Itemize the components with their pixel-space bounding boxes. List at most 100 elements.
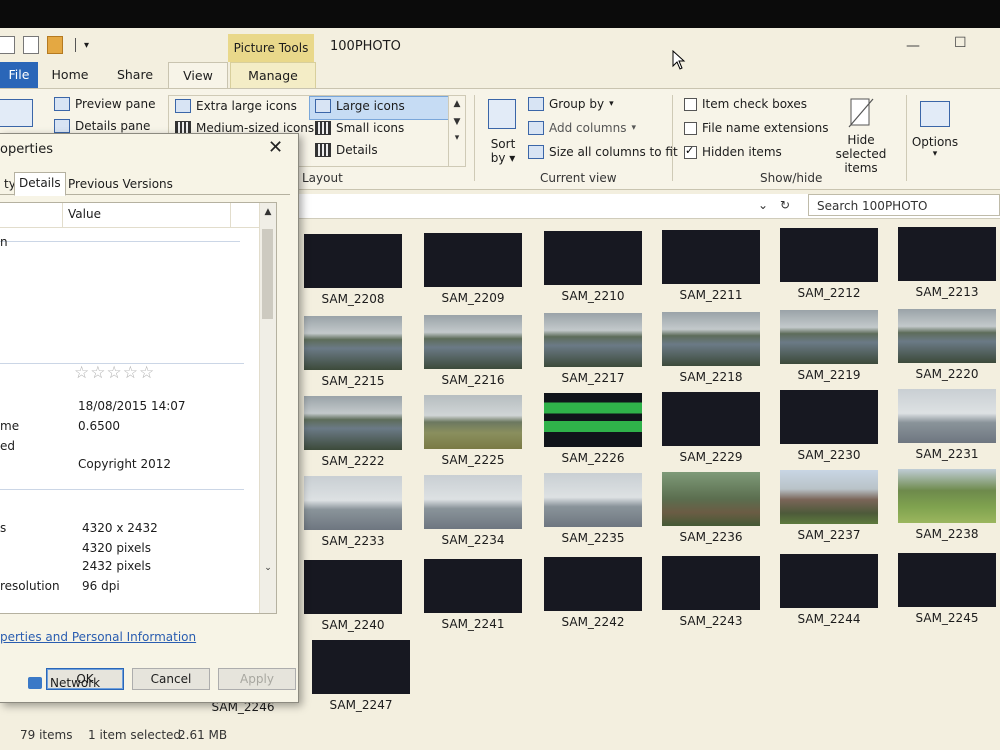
file-name[interactable]: SAM_2245 — [887, 611, 1000, 625]
details-list: Value n ☆☆☆☆☆ 18/08/2015 14:07 me 0.6500… — [0, 202, 277, 614]
rating-stars[interactable]: ☆☆☆☆☆ — [74, 363, 155, 383]
network-icon — [28, 677, 42, 689]
property-label: resolution — [0, 579, 60, 593]
scroll-thumb[interactable] — [262, 229, 273, 319]
selection-size: 2.61 MB — [178, 728, 228, 742]
resolution-value: 96 dpi — [82, 579, 120, 593]
section-divider — [0, 363, 244, 364]
network-label: Network — [50, 676, 101, 690]
file-name[interactable]: SAM_2220 — [887, 367, 1000, 381]
file-thumbnail[interactable] — [898, 226, 996, 281]
file-name[interactable]: SAM_2229 — [651, 450, 771, 464]
selection-count: 1 item selected — [88, 728, 182, 742]
file-name[interactable]: SAM_2243 — [651, 614, 771, 628]
scroll-up-icon[interactable]: ▲ — [260, 207, 276, 217]
file-name[interactable]: SAM_2237 — [769, 528, 889, 542]
close-icon[interactable]: ✕ — [268, 137, 283, 158]
file-thumbnail[interactable] — [780, 310, 878, 364]
file-name[interactable]: SAM_2240 — [293, 618, 413, 632]
scroll-down-icon[interactable]: ⌄ — [260, 563, 276, 573]
program-value: 0.6500 — [78, 419, 120, 433]
file-thumbnail[interactable] — [544, 473, 642, 527]
file-name[interactable]: SAM_2211 — [651, 288, 771, 302]
date-taken-value: 18/08/2015 14:07 — [78, 399, 186, 413]
height-value: 2432 pixels — [82, 559, 152, 573]
file-name[interactable]: SAM_2231 — [887, 447, 1000, 461]
file-name[interactable]: SAM_2236 — [651, 530, 771, 544]
file-name[interactable]: SAM_2235 — [533, 531, 653, 545]
file-thumbnail[interactable] — [544, 313, 642, 367]
section-divider — [0, 489, 244, 490]
properties-dialog: operties ✕ ty Details Previous Versions … — [0, 133, 299, 703]
file-name[interactable]: SAM_2247 — [301, 698, 421, 712]
file-thumbnail[interactable] — [662, 555, 760, 610]
apply-button[interactable]: Apply — [218, 668, 296, 690]
file-name[interactable]: SAM_2208 — [293, 292, 413, 306]
value-column-header[interactable]: Value — [68, 207, 101, 221]
tab-details[interactable]: Details — [14, 172, 66, 196]
dimensions-value: 4320 x 2432 — [82, 521, 158, 535]
file-name[interactable]: SAM_2213 — [887, 285, 1000, 299]
section-divider — [0, 241, 240, 242]
file-name[interactable]: SAM_2225 — [413, 453, 533, 467]
file-thumbnail[interactable] — [304, 560, 402, 614]
details-scrollbar[interactable]: ▲ ⌄ — [259, 203, 276, 613]
file-name[interactable]: SAM_2216 — [413, 373, 533, 387]
file-name[interactable]: SAM_2233 — [293, 534, 413, 548]
width-value: 4320 pixels — [82, 541, 152, 555]
file-name[interactable]: SAM_2222 — [293, 454, 413, 468]
dialog-title: operties — [0, 142, 54, 157]
file-thumbnail[interactable] — [304, 316, 402, 370]
file-thumbnail[interactable] — [544, 557, 642, 611]
file-name[interactable]: SAM_2238 — [887, 527, 1000, 541]
file-name[interactable]: SAM_2230 — [769, 448, 889, 462]
file-thumbnail[interactable] — [662, 471, 760, 526]
file-thumbnail[interactable] — [898, 552, 996, 607]
file-thumbnail[interactable] — [424, 394, 522, 449]
file-thumbnail[interactable] — [662, 229, 760, 284]
status-bar: 79 items 1 item selected 2.61 MB — [0, 722, 1000, 750]
file-name[interactable]: SAM_2215 — [293, 374, 413, 388]
file-thumbnail[interactable] — [780, 470, 878, 524]
nav-item-network[interactable]: Network — [28, 676, 100, 690]
copyright-value: Copyright 2012 — [78, 457, 171, 471]
dialog-tabs: ty Details Previous Versions — [0, 172, 290, 196]
file-thumbnail[interactable] — [898, 308, 996, 363]
property-label: ed — [0, 439, 15, 453]
file-thumbnail[interactable] — [304, 476, 402, 530]
file-thumbnail[interactable] — [304, 396, 402, 450]
remove-properties-link[interactable]: perties and Personal Information — [0, 630, 196, 644]
file-name[interactable]: SAM_2219 — [769, 368, 889, 382]
file-name[interactable]: SAM_2209 — [413, 291, 533, 305]
property-label: s — [0, 521, 7, 535]
file-thumbnail[interactable] — [898, 468, 996, 523]
file-thumbnail[interactable] — [424, 314, 522, 369]
file-name[interactable]: SAM_2226 — [533, 451, 653, 465]
property-label: me — [0, 419, 20, 433]
file-thumbnail[interactable] — [662, 391, 760, 446]
file-thumbnail[interactable] — [780, 390, 878, 444]
file-thumbnail[interactable] — [544, 393, 642, 447]
cancel-button[interactable]: Cancel — [132, 668, 210, 690]
file-name[interactable]: SAM_2210 — [533, 289, 653, 303]
file-thumbnail[interactable] — [780, 554, 878, 608]
file-thumbnail[interactable] — [424, 474, 522, 529]
file-thumbnail[interactable] — [312, 640, 410, 694]
column-divider — [230, 203, 231, 227]
file-thumbnail[interactable] — [424, 232, 522, 287]
list-header: Value — [0, 203, 260, 228]
file-name[interactable]: SAM_2217 — [533, 371, 653, 385]
file-name[interactable]: SAM_2242 — [533, 615, 653, 629]
file-name[interactable]: SAM_2244 — [769, 612, 889, 626]
file-name[interactable]: SAM_2218 — [651, 370, 771, 384]
file-thumbnail[interactable] — [662, 311, 760, 366]
file-name[interactable]: SAM_2234 — [413, 533, 533, 547]
file-thumbnail[interactable] — [304, 234, 402, 288]
tab-previous-versions[interactable]: Previous Versions — [64, 174, 177, 194]
file-thumbnail[interactable] — [424, 558, 522, 613]
file-name[interactable]: SAM_2241 — [413, 617, 533, 631]
file-name[interactable]: SAM_2212 — [769, 286, 889, 300]
file-thumbnail[interactable] — [780, 228, 878, 282]
file-thumbnail[interactable] — [544, 231, 642, 285]
file-thumbnail[interactable] — [898, 388, 996, 443]
